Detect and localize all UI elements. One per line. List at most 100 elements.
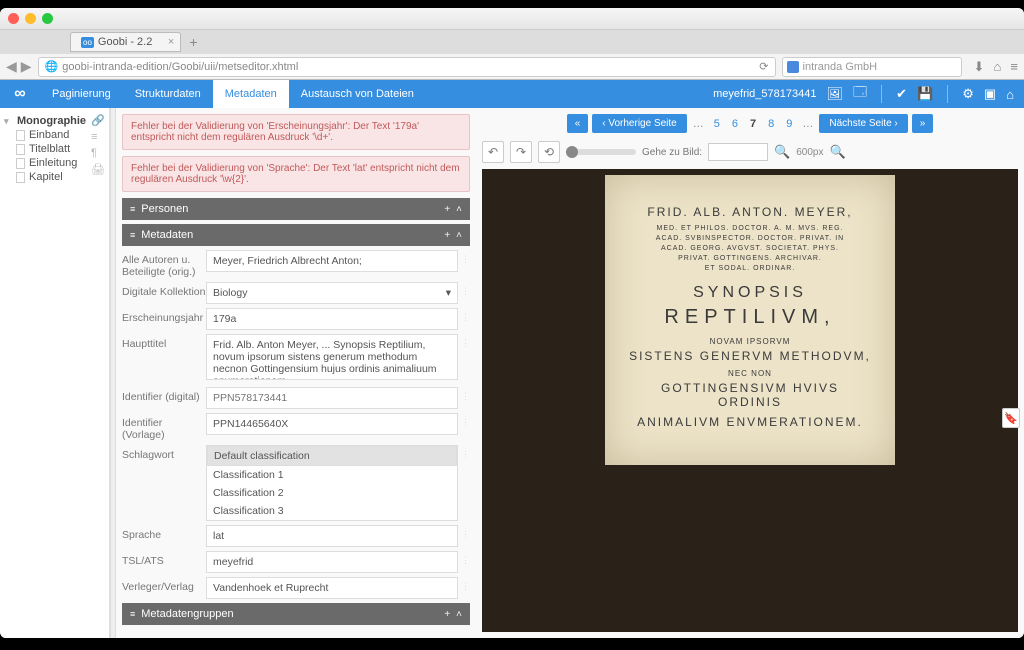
settings-icon[interactable]: ⚙ — [962, 86, 974, 102]
schlagwort-option[interactable]: Default classification — [207, 446, 457, 466]
tab-title: Goobi - 2.2 — [98, 36, 152, 48]
tree-item[interactable]: Titelblatt — [4, 142, 105, 156]
tree-item[interactable]: Kapitel — [4, 170, 105, 184]
home-icon[interactable]: ⌂ — [993, 59, 1001, 74]
nav-paginierung[interactable]: Paginierung — [40, 80, 123, 108]
save-icon[interactable]: 💾 — [917, 86, 933, 102]
collapse-icon[interactable]: ˄ — [456, 204, 462, 215]
tree-root[interactable]: ▾Monographie — [4, 114, 105, 128]
input-id-digital[interactable] — [206, 387, 458, 409]
label-verlag: Verleger/Verlag — [122, 577, 206, 593]
label-id-vorlage: Identifier (Vorlage) — [122, 413, 206, 441]
tree-item[interactable]: Einleitung — [4, 156, 105, 170]
label-title: Haupttitel — [122, 334, 206, 350]
prev-page-button[interactable]: ‹ Vorherige Seite — [592, 114, 687, 133]
add-icon[interactable]: + — [444, 230, 450, 241]
schlagwort-option[interactable]: Classification 2 — [207, 484, 457, 502]
last-page-button[interactable]: » — [912, 114, 934, 133]
nav-austausch[interactable]: Austausch von Dateien — [289, 80, 426, 108]
image-toolbar: ↶ ↷ ⟲ Gehe zu Bild: 🔍 600px 🔍 — [482, 141, 1018, 163]
next-page-button[interactable]: Nächste Seite › — [819, 114, 907, 133]
structure-tree: 🔗 ≡ ¶ 🖨 ▾Monographie Einband Titelblatt … — [0, 108, 110, 638]
scan-viewer[interactable]: FRID. ALB. ANTON. MEYER, MED. ET PHILOS.… — [482, 169, 1018, 632]
add-icon[interactable]: + — [444, 204, 450, 215]
image-icon[interactable]: 🖼 — [826, 86, 843, 102]
image-pager: « ‹ Vorherige Seite … 5 6 7 8 9 … Nächst… — [482, 114, 1018, 133]
label-schlagwort: Schlagwort — [122, 445, 206, 461]
listbox-schlagwort[interactable]: Default classification Classification 1 … — [206, 445, 458, 521]
help-icon[interactable]: ▣ — [984, 86, 996, 102]
search-icon[interactable]: 🔍 — [774, 144, 790, 160]
close-window-icon[interactable] — [8, 13, 19, 24]
tree-item[interactable]: Einband — [4, 128, 105, 142]
collapse-icon[interactable]: ˄ — [456, 230, 462, 241]
input-authors[interactable] — [206, 250, 458, 272]
input-sprache[interactable] — [206, 525, 458, 547]
label-id-digital: Identifier (digital) — [122, 387, 206, 403]
nav-metadaten[interactable]: Metadaten — [213, 80, 289, 108]
rotate-left-button[interactable]: ↶ — [482, 141, 504, 163]
print-icon[interactable]: 🖨 — [91, 163, 105, 176]
input-year[interactable] — [206, 308, 458, 330]
input-id-vorlage[interactable] — [206, 413, 458, 435]
search-placeholder: intranda GmbH — [803, 61, 878, 73]
window-titlebar — [0, 8, 1024, 30]
download-icon[interactable]: ⬇ — [974, 59, 985, 74]
collapse-icon[interactable]: ˄ — [456, 609, 462, 620]
page-num[interactable]: 9 — [782, 118, 796, 130]
app-navbar: ∞ Paginierung Strukturdaten Metadaten Au… — [0, 80, 1024, 108]
rotate-right-button[interactable]: ↷ — [510, 141, 532, 163]
schlagwort-option[interactable]: Classification 3 — [207, 502, 457, 520]
schlagwort-option[interactable]: Classification 1 — [207, 466, 457, 484]
link-icon[interactable]: 🔗 — [91, 114, 105, 127]
process-name: meyefrid_578173441 — [713, 88, 816, 100]
maximize-window-icon[interactable] — [42, 13, 53, 24]
first-page-button[interactable]: « — [567, 114, 589, 133]
browser-search[interactable]: intranda GmbH — [782, 57, 962, 77]
label-tsl: TSL/ATS — [122, 551, 206, 567]
list-icon[interactable]: ≡ — [91, 131, 105, 143]
url-text: goobi-intranda-edition/Goobi/uii/metsedi… — [62, 61, 298, 73]
close-tab-icon[interactable]: × — [168, 36, 174, 48]
minimize-window-icon[interactable] — [25, 13, 36, 24]
goto-input[interactable] — [708, 143, 768, 161]
images-icon[interactable]: 🗔 — [853, 83, 867, 105]
reset-rotation-button[interactable]: ⟲ — [538, 141, 560, 163]
zoom-value: 600px — [796, 147, 823, 158]
zoom-icon[interactable]: 🔍 — [829, 144, 845, 160]
nav-strukturdaten[interactable]: Strukturdaten — [123, 80, 213, 108]
panel-metadata[interactable]: ≡Metadaten+˄ — [122, 224, 470, 246]
app-logo[interactable]: ∞ — [0, 85, 40, 103]
reload-icon[interactable]: ⟳ — [759, 60, 768, 73]
page-num[interactable]: 5 — [710, 118, 724, 130]
browser-tabbar: ooGoobi - 2.2× + — [0, 30, 1024, 54]
validation-error: Fehler bei der Validierung von 'Sprache'… — [122, 156, 470, 192]
label-sprache: Sprache — [122, 525, 206, 541]
goto-label: Gehe zu Bild: — [642, 147, 702, 158]
page-num[interactable]: 6 — [728, 118, 742, 130]
menu-icon[interactable]: ≡ — [1010, 59, 1018, 74]
label-collection: Digitale Kollektion — [122, 282, 206, 298]
home-icon[interactable]: ⌂ — [1006, 87, 1014, 102]
new-tab-button[interactable]: + — [189, 34, 197, 50]
select-collection[interactable]: Biology▾ — [206, 282, 458, 304]
add-icon[interactable]: + — [444, 609, 450, 620]
label-authors: Alle Autoren u. Beteiligte (orig.) — [122, 250, 206, 278]
input-tsl[interactable] — [206, 551, 458, 573]
label-year: Erscheinungsjahr — [122, 308, 206, 324]
back-button[interactable]: ◀ — [6, 58, 17, 75]
paragraph-icon[interactable]: ¶ — [91, 147, 105, 159]
zoom-slider[interactable] — [566, 149, 636, 155]
page-num[interactable]: 8 — [764, 118, 778, 130]
panel-groups[interactable]: ≡Metadatengruppen+˄ — [122, 603, 470, 625]
scanned-page: FRID. ALB. ANTON. MEYER, MED. ET PHILOS.… — [605, 175, 895, 465]
bookmark-button[interactable]: 🔖 — [1002, 408, 1020, 428]
address-bar[interactable]: 🌐goobi-intranda-edition/Goobi/uii/metsed… — [38, 57, 776, 77]
check-icon[interactable]: ✔ — [896, 86, 907, 102]
browser-tab[interactable]: ooGoobi - 2.2× — [70, 32, 181, 52]
textarea-title[interactable]: Frid. Alb. Anton Meyer, ... Synopsis Rep… — [206, 334, 458, 380]
forward-button[interactable]: ▶ — [21, 58, 32, 75]
validation-error: Fehler bei der Validierung von 'Erschein… — [122, 114, 470, 150]
panel-persons[interactable]: ≡Personen+˄ — [122, 198, 470, 220]
input-verlag[interactable] — [206, 577, 458, 599]
